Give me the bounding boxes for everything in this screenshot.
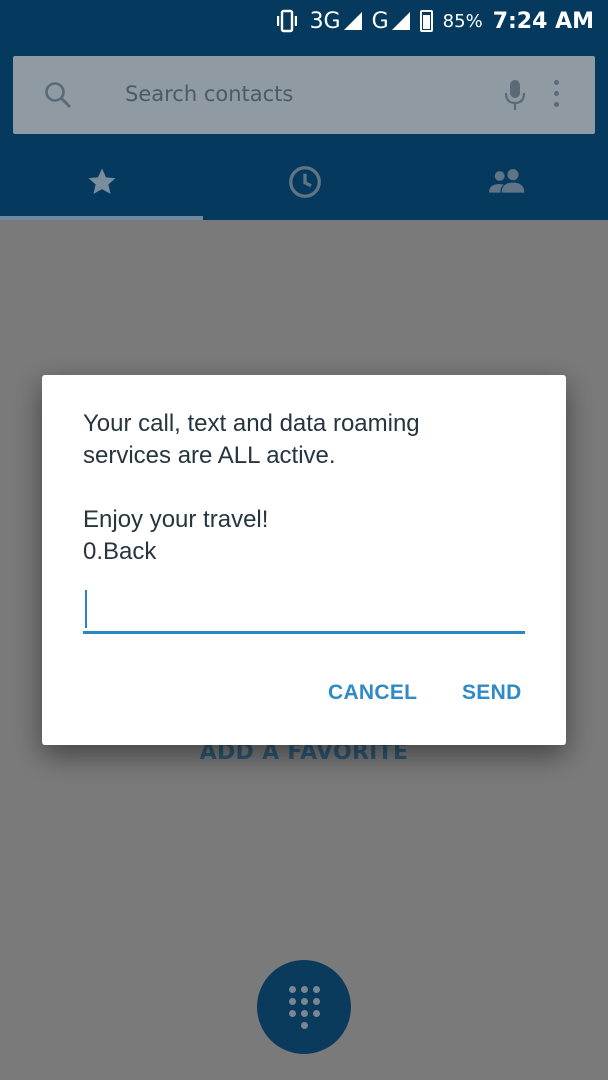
- more-options-icon[interactable]: [551, 80, 561, 112]
- message-line: Enjoy your travel!: [83, 506, 269, 533]
- message-line: 0.Back: [83, 538, 157, 565]
- signal-icon: [391, 12, 410, 30]
- tab-contacts[interactable]: [406, 144, 608, 220]
- tab-recents[interactable]: [203, 144, 406, 220]
- tab-bar: [0, 144, 608, 220]
- battery-percent: 85%: [442, 10, 483, 32]
- clock-time: 7:24 AM: [492, 8, 594, 34]
- network-3g: 3G: [310, 9, 362, 34]
- message-line: services are ALL active.: [83, 442, 336, 469]
- send-button[interactable]: SEND: [462, 681, 522, 705]
- star-icon: [88, 168, 115, 194]
- tab-favorites[interactable]: [0, 144, 203, 220]
- ussd-dialog: Your call, text and data roaming service…: [42, 375, 566, 745]
- clock-icon: [288, 166, 321, 198]
- battery-icon: [419, 10, 433, 32]
- search-icon[interactable]: [43, 80, 73, 110]
- status-icons: 3G G 85% 7:24 AM: [274, 6, 594, 36]
- dialog-message: Your call, text and data roaming service…: [83, 408, 523, 568]
- vibrate-icon: [276, 9, 297, 33]
- search-input[interactable]: Search contacts: [125, 82, 293, 106]
- network-g-label: G: [371, 8, 389, 34]
- cancel-button[interactable]: CANCEL: [328, 681, 417, 705]
- response-input[interactable]: [83, 588, 525, 634]
- search-bar[interactable]: Search contacts: [13, 56, 595, 134]
- dialpad-button[interactable]: [257, 960, 351, 1054]
- status-bar: 3G G 85% 7:24 AM: [0, 0, 608, 44]
- app-bar: Search contacts: [0, 44, 608, 220]
- dialpad-icon: [288, 985, 320, 1029]
- message-line: Your call, text and data roaming: [83, 410, 420, 437]
- people-icon: [489, 169, 525, 193]
- network-g: G: [372, 9, 410, 34]
- text-cursor: [85, 590, 87, 628]
- mic-icon[interactable]: [503, 78, 527, 112]
- signal-icon: [343, 12, 362, 30]
- network-3g-label: 3G: [309, 8, 341, 34]
